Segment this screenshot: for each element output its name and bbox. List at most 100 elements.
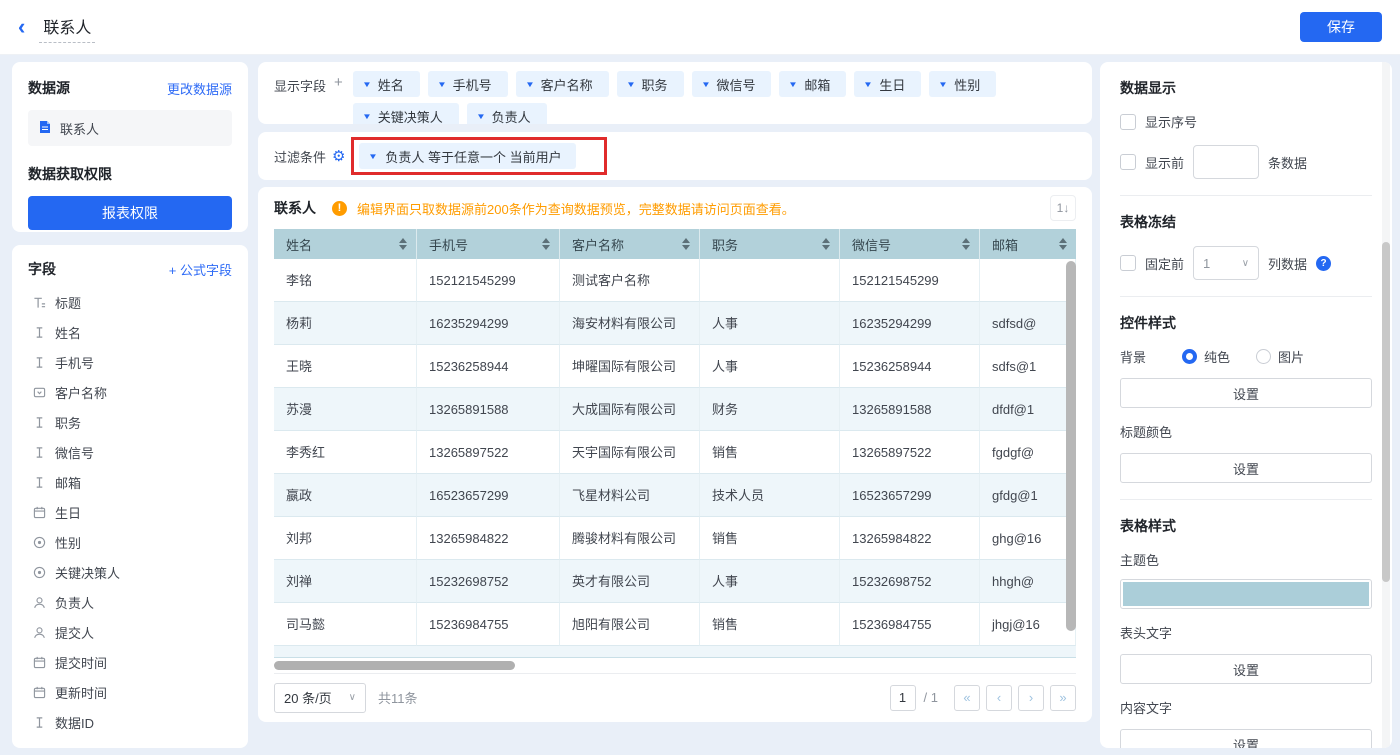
table-row[interactable]: 刘禅15232698752英才有限公司人事15232698752hhgh@ [274,560,1076,603]
table-row[interactable]: 李铭152121545299测试客户名称152121545299 [274,259,1076,302]
change-datasource-link[interactable]: 更改数据源 [167,79,232,98]
sort-order-button[interactable]: 1↓ [1050,195,1076,221]
solid-color-radio[interactable] [1182,349,1197,364]
display-field-chip-客户名称[interactable]: ▼客户名称 [516,71,609,97]
field-item-label: 邮箱 [55,473,81,492]
title-color-set-button[interactable]: 设置 [1120,453,1372,483]
field-item-数据ID[interactable]: 数据ID [28,707,232,737]
title-color-label: 标题颜色 [1120,422,1372,441]
next-page-button[interactable]: › [1018,685,1044,711]
filter-condition-chip[interactable]: ▼ 负责人 等于任意一个 当前用户 [359,143,575,169]
display-field-chip-生日[interactable]: ▼生日 [854,71,921,97]
table-row[interactable]: 刘邦13265984822腾骏材料有限公司销售13265984822ghg@16 [274,517,1076,560]
column-sort-icon[interactable] [822,238,830,250]
field-item-负责人[interactable]: 负责人 [28,587,232,617]
field-item-手机号[interactable]: 手机号 [28,347,232,377]
field-item-label: 生日 [55,503,81,522]
field-item-label: 负责人 [55,593,94,612]
display-field-chip-手机号[interactable]: ▼手机号 [428,71,508,97]
column-sort-icon[interactable] [1059,238,1067,250]
total-count: 共11条 [378,688,418,707]
column-header-微信号[interactable]: 微信号 [840,229,980,259]
fields-panel: 字段 + 公式字段 标题姓名手机号客户名称职务微信号邮箱生日性别关键决策人负责人… [12,245,248,748]
field-item-微信号[interactable]: 微信号 [28,437,232,467]
table-cell: 苏漫 [274,388,417,431]
page-size-value: 20 条/页 [284,688,332,707]
field-item-客户名称[interactable]: 客户名称 [28,377,232,407]
image-radio[interactable] [1256,349,1271,364]
chip-label: 微信号 [716,75,755,94]
display-field-chip-邮箱[interactable]: ▼邮箱 [779,71,846,97]
back-icon[interactable]: ‹ [18,17,25,37]
table-cell: 财务 [700,388,840,431]
chevron-down-icon: ∨ [1242,258,1249,269]
header-text-set-button[interactable]: 设置 [1120,654,1372,684]
table-row[interactable]: 苏漫13265891588大成国际有限公司财务13265891588dfdf@1 [274,388,1076,431]
table-row[interactable]: 王晓15236258944坤曜国际有限公司人事15236258944sdfs@1 [274,345,1076,388]
page-title[interactable]: 联系人 [39,12,95,43]
field-item-职务[interactable]: 职务 [28,407,232,437]
column-sort-icon[interactable] [542,238,550,250]
table-row[interactable]: 嬴政16523657299飞星材料公司技术人员16523657299gfdg@1 [274,474,1076,517]
field-item-生日[interactable]: 生日 [28,497,232,527]
table-row[interactable]: 李秀红13265897522天宇国际有限公司销售13265897522fgdgf… [274,431,1076,474]
table-cell: jhgj@16 [980,603,1076,646]
table-cell: 李铭 [274,259,417,302]
show-index-checkbox[interactable] [1120,114,1136,130]
field-item-邮箱[interactable]: 邮箱 [28,467,232,497]
column-header-客户名称[interactable]: 客户名称 [560,229,700,259]
background-set-button[interactable]: 设置 [1120,378,1372,408]
show-first-prefix: 显示前 [1145,153,1184,172]
show-first-checkbox[interactable] [1120,154,1136,170]
column-header-手机号[interactable]: 手机号 [417,229,560,259]
display-field-chip-职务[interactable]: ▼职务 [617,71,684,97]
last-page-button[interactable]: » [1050,685,1076,711]
help-icon[interactable]: ? [1316,256,1331,271]
add-formula-field-link[interactable]: + 公式字段 [169,260,232,279]
save-button[interactable]: 保存 [1300,12,1382,42]
horizontal-scrollbar[interactable] [274,661,515,670]
settings-scrollbar[interactable] [1382,242,1390,582]
datasource-item[interactable]: 联系人 [28,110,232,146]
first-page-button[interactable]: « [954,685,980,711]
add-display-field-button[interactable]: + [334,74,343,91]
field-item-姓名[interactable]: 姓名 [28,317,232,347]
field-item-提交时间[interactable]: 提交时间 [28,647,232,677]
column-header-邮箱[interactable]: 邮箱 [980,229,1076,259]
display-field-chip-微信号[interactable]: ▼微信号 [692,71,772,97]
table-row[interactable]: 杨莉16235294299海安材料有限公司人事16235294299sdfsd@ [274,302,1076,345]
solid-color-label: 纯色 [1204,347,1230,366]
column-sort-icon[interactable] [399,238,407,250]
content-text-set-button[interactable]: 设置 [1120,729,1372,748]
chip-label: 姓名 [378,75,404,94]
gear-icon[interactable]: ⚙ [332,147,345,165]
page-size-select[interactable]: 20 条/页 ∨ [274,683,366,713]
freeze-count-select[interactable]: 1 ∨ [1193,246,1259,280]
freeze-checkbox[interactable] [1120,255,1136,271]
column-sort-icon[interactable] [962,238,970,250]
display-field-chip-负责人[interactable]: ▼负责人 [467,103,547,124]
field-item-标题[interactable]: 标题 [28,287,232,317]
theme-color-picker[interactable] [1120,579,1372,609]
vertical-scrollbar[interactable] [1066,261,1076,631]
page-number-input[interactable]: 1 [890,685,916,711]
column-header-职务[interactable]: 职务 [700,229,840,259]
display-field-chip-姓名[interactable]: ▼姓名 [353,71,420,97]
field-item-性别[interactable]: 性别 [28,527,232,557]
field-item-更新时间[interactable]: 更新时间 [28,677,232,707]
field-item-提交人[interactable]: 提交人 [28,617,232,647]
display-field-chip-性别[interactable]: ▼性别 [929,71,996,97]
show-first-suffix: 条数据 [1268,153,1307,172]
display-field-chip-关键决策人[interactable]: ▼关键决策人 [353,103,459,124]
prev-page-button[interactable]: ‹ [986,685,1012,711]
table-row[interactable]: 司马懿15236984755旭阳有限公司销售15236984755jhgj@16 [274,603,1076,646]
field-item-关键决策人[interactable]: 关键决策人 [28,557,232,587]
column-sort-icon[interactable] [682,238,690,250]
column-header-姓名[interactable]: 姓名 [274,229,417,259]
caret-down-icon: ▼ [525,80,535,89]
preview-table-panel: 联系人 ! 编辑界面只取数据源前200条作为查询数据预览，完整数据请访问页面查看… [258,187,1092,722]
caret-down-icon: ▼ [863,80,873,89]
show-first-input[interactable] [1193,145,1259,179]
report-permission-button[interactable]: 报表权限 [28,196,232,230]
header-text-label: 表头文字 [1120,623,1372,642]
